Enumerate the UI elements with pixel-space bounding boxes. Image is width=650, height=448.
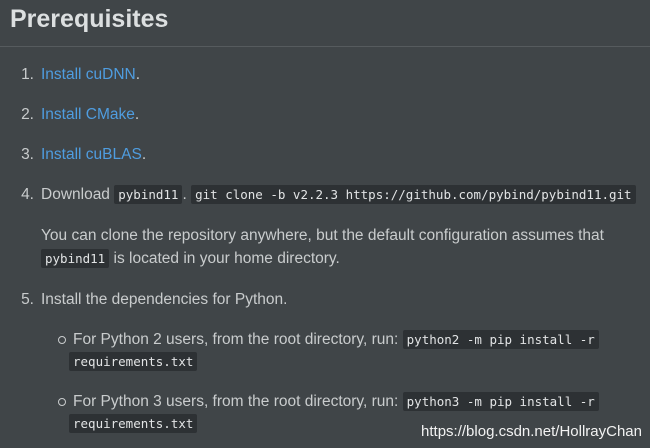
python3-requirements: requirements.txt xyxy=(69,414,198,433)
step-3-number: 3. xyxy=(21,146,34,163)
step-2: Install CMake. xyxy=(41,105,139,125)
step-4-number: 4. xyxy=(21,186,34,203)
step-1-number: 1. xyxy=(21,66,34,83)
python3-instruction-cont: requirements.txt xyxy=(69,414,198,434)
step-5-number: 5. xyxy=(21,291,34,308)
step-4-note-line-1: You can clone the repository anywhere, b… xyxy=(41,226,604,246)
python2-instruction-cont: requirements.txt xyxy=(69,352,198,372)
heading-divider xyxy=(0,46,650,47)
step-5-text: Install the dependencies for Python. xyxy=(41,291,288,308)
bullet-icon xyxy=(58,398,66,406)
step-4-text: Download xyxy=(41,186,110,203)
install-cudnn-link[interactable]: Install cuDNN xyxy=(41,66,136,83)
step-3: Install cuBLAS. xyxy=(41,145,146,165)
python3-text: For Python 3 users, from the root direct… xyxy=(73,393,399,410)
pybind11-code: pybind11 xyxy=(114,185,183,204)
step-2-suffix: . xyxy=(134,106,140,123)
python2-instruction: For Python 2 users, from the root direct… xyxy=(73,330,599,350)
step-4-note-line-2: pybind11 is located in your home directo… xyxy=(41,249,340,269)
step-5: Install the dependencies for Python. xyxy=(41,290,287,310)
step-1: Install cuDNN. xyxy=(41,65,140,85)
python2-text: For Python 2 users, from the root direct… xyxy=(73,331,399,348)
step-2-number: 2. xyxy=(21,106,34,123)
step-4: Download pybind11. git clone -b v2.2.3 h… xyxy=(41,185,636,205)
install-cmake-link[interactable]: Install CMake xyxy=(41,106,135,123)
page-title: Prerequisites xyxy=(10,5,169,33)
step-1-suffix: . xyxy=(135,66,141,83)
step-4-note-text: You can clone the repository anywhere, b… xyxy=(41,227,604,244)
pybind11-note-code: pybind11 xyxy=(41,249,110,268)
step-4-separator: . xyxy=(182,186,187,203)
watermark: https://blog.csdn.net/HollrayChan xyxy=(421,423,642,440)
python2-command: python2 -m pip install -r xyxy=(402,330,599,349)
step-4-note-suffix: is located in your home directory. xyxy=(113,250,340,267)
step-3-suffix: . xyxy=(141,146,147,163)
bullet-icon xyxy=(58,336,66,344)
python3-command: python3 -m pip install -r xyxy=(402,392,599,411)
python2-requirements: requirements.txt xyxy=(69,352,198,371)
install-cublas-link[interactable]: Install cuBLAS xyxy=(41,146,142,163)
python3-instruction: For Python 3 users, from the root direct… xyxy=(73,392,599,412)
git-clone-command: git clone -b v2.2.3 https://github.com/p… xyxy=(191,185,636,204)
